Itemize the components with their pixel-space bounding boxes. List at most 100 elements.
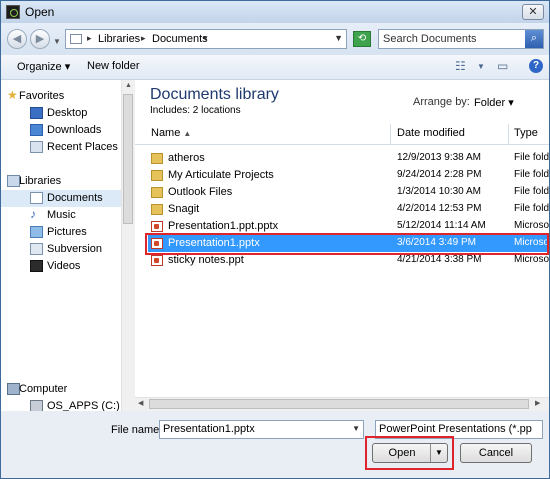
scroll-right-arrow-icon[interactable]: ▶ (535, 399, 540, 407)
documents-icon (30, 192, 43, 204)
views-dropdown-icon[interactable]: ▼ (477, 62, 485, 71)
views-icon[interactable]: ☷ (455, 59, 466, 73)
file-type: File folder (514, 169, 549, 180)
powerpoint-file-icon (151, 255, 163, 266)
nav-downloads[interactable]: Downloads (1, 122, 121, 139)
search-input[interactable]: Search Documents (383, 33, 477, 45)
file-type: Microsoft (514, 220, 549, 231)
navigation-scroll-thumb[interactable] (123, 94, 133, 224)
organize-button[interactable]: Organize ▾ (17, 60, 70, 73)
navigation-pane: ★ Favorites Desktop Downloads Recent Pla… (1, 80, 135, 412)
file-type: File folder (514, 186, 549, 197)
new-folder-button[interactable]: New folder (87, 60, 140, 72)
folder-icon (151, 153, 163, 164)
scroll-left-arrow-icon[interactable]: ◀ (138, 399, 143, 407)
horizontal-scroll-thumb[interactable] (149, 399, 529, 409)
column-name-label: Name (151, 127, 181, 139)
refresh-button[interactable]: ⟲ (353, 31, 371, 47)
nav-documents[interactable]: Documents (1, 190, 121, 207)
file-date: 4/2/2014 12:53 PM (397, 203, 482, 214)
cancel-button[interactable]: Cancel (460, 443, 532, 463)
sort-ascending-icon: ▲ (183, 129, 192, 138)
title-bar: Open ✕ (1, 1, 549, 23)
file-row-snagit[interactable]: Snagit 4/2/2014 12:53 PM File folder (148, 201, 549, 218)
scroll-up-arrow-icon[interactable]: ▲ (125, 82, 132, 89)
column-header-type[interactable]: Type (514, 127, 538, 139)
nav-music[interactable]: ♪ Music (1, 207, 121, 224)
nav-libraries[interactable]: Libraries (1, 173, 121, 190)
column-headers: Name ▲ Date modified Type (135, 124, 549, 145)
file-name: Presentation1.ppt.pptx (168, 220, 279, 232)
nav-desktop-label: Desktop (47, 107, 88, 119)
nav-pictures[interactable]: Pictures (1, 224, 121, 241)
column-header-name[interactable]: Name ▲ (151, 127, 191, 139)
nav-favorites[interactable]: ★ Favorites (1, 88, 121, 105)
file-name-input[interactable]: Presentation1.pptx ▼ (159, 420, 364, 439)
column-header-date[interactable]: Date modified (397, 127, 465, 139)
file-row-atheros[interactable]: atheros 12/9/2013 9:38 AM File folder (148, 150, 549, 167)
nav-computer[interactable]: Computer (1, 381, 121, 398)
file-type-filter-value: PowerPoint Presentations (*.pp (379, 423, 532, 435)
nav-libraries-label: Libraries (19, 175, 62, 187)
file-date: 9/24/2014 2:28 PM (397, 169, 482, 180)
nav-subversion[interactable]: Subversion (1, 241, 121, 258)
horizontal-scrollbar[interactable]: ◀ ▶ (135, 397, 549, 411)
folder-icon (151, 170, 163, 181)
file-date: 4/21/2014 3:38 PM (397, 254, 482, 265)
selection-highlight-box (145, 233, 549, 255)
file-name: atheros (168, 152, 205, 164)
music-icon: ♪ (30, 207, 36, 221)
pictures-icon (30, 226, 43, 238)
back-button[interactable]: ◀ (7, 29, 27, 49)
file-type: Microsoft (514, 254, 549, 265)
nav-recent-places[interactable]: Recent Places (1, 139, 121, 156)
nav-subversion-label: Subversion (47, 243, 103, 255)
nav-downloads-label: Downloads (47, 124, 102, 136)
file-name: Outlook Files (168, 186, 233, 198)
file-name: Snagit (168, 203, 200, 215)
close-button[interactable]: ✕ (522, 4, 544, 20)
search-box[interactable]: Search Documents ⌕ (378, 29, 544, 49)
file-name-value: Presentation1.pptx (163, 423, 255, 435)
column-divider[interactable] (390, 124, 391, 144)
arrange-by-label: Arrange by: (413, 96, 470, 108)
folder-icon (151, 187, 163, 198)
file-row-my-articulate-projects[interactable]: My Articulate Projects 9/24/2014 2:28 PM… (148, 167, 549, 184)
breadcrumb-documents[interactable]: Documents (152, 33, 208, 45)
subversion-icon (30, 243, 43, 255)
chevron-down-icon[interactable]: ▾ (203, 33, 208, 44)
address-dropdown-icon[interactable]: ▼ (334, 33, 343, 43)
library-includes[interactable]: Includes: 2 locations (150, 105, 241, 116)
search-icon[interactable]: ⌕ (525, 30, 543, 48)
navigation-scrollbar[interactable]: ▲ (121, 80, 135, 411)
file-date: 12/9/2013 9:38 AM (397, 152, 481, 163)
help-icon[interactable]: ? (529, 59, 543, 73)
chevron-right-icon[interactable]: ▸ (141, 33, 146, 44)
address-bar: ◀ ▶ ▼ ▸ Libraries ▸ Documents ▾ ▼ ⟲ Sear… (1, 23, 549, 55)
address-box[interactable]: ▸ Libraries ▸ Documents ▾ ▼ (65, 29, 347, 49)
file-date: 5/12/2014 11:14 AM (397, 220, 486, 231)
preview-pane-icon[interactable]: ▭ (497, 59, 508, 73)
nav-favorites-label: Favorites (19, 90, 65, 102)
videos-icon (30, 260, 43, 272)
breadcrumb-libraries[interactable]: Libraries (98, 33, 140, 45)
open-dialog: Open ✕ ◀ ▶ ▼ ▸ Libraries ▸ Documents ▾ ▼… (0, 0, 550, 479)
folder-icon (151, 204, 163, 215)
downloads-icon (30, 124, 43, 136)
chevron-down-icon[interactable]: ▼ (352, 424, 360, 433)
arrange-by-dropdown[interactable]: Folder ▾ (474, 96, 514, 109)
file-row-outlook-files[interactable]: Outlook Files 1/3/2014 10:30 AM File fol… (148, 184, 549, 201)
command-toolbar: Organize ▾ New folder ☷ ▼ ▭ ? (1, 55, 549, 80)
column-divider[interactable] (508, 124, 509, 144)
chevron-right-icon[interactable]: ▸ (87, 33, 92, 44)
forward-button[interactable]: ▶ (30, 29, 50, 49)
file-date: 1/3/2014 10:30 AM (397, 186, 481, 197)
nav-recent-places-label: Recent Places (47, 141, 118, 153)
library-title: Documents library (150, 86, 279, 103)
app-icon (6, 5, 20, 19)
file-list-pane: Documents library Includes: 2 locations … (135, 80, 549, 411)
nav-videos[interactable]: Videos (1, 258, 121, 275)
recent-pages-dropdown[interactable]: ▼ (53, 37, 61, 46)
nav-desktop[interactable]: Desktop (1, 105, 121, 122)
library-icon (70, 34, 82, 44)
